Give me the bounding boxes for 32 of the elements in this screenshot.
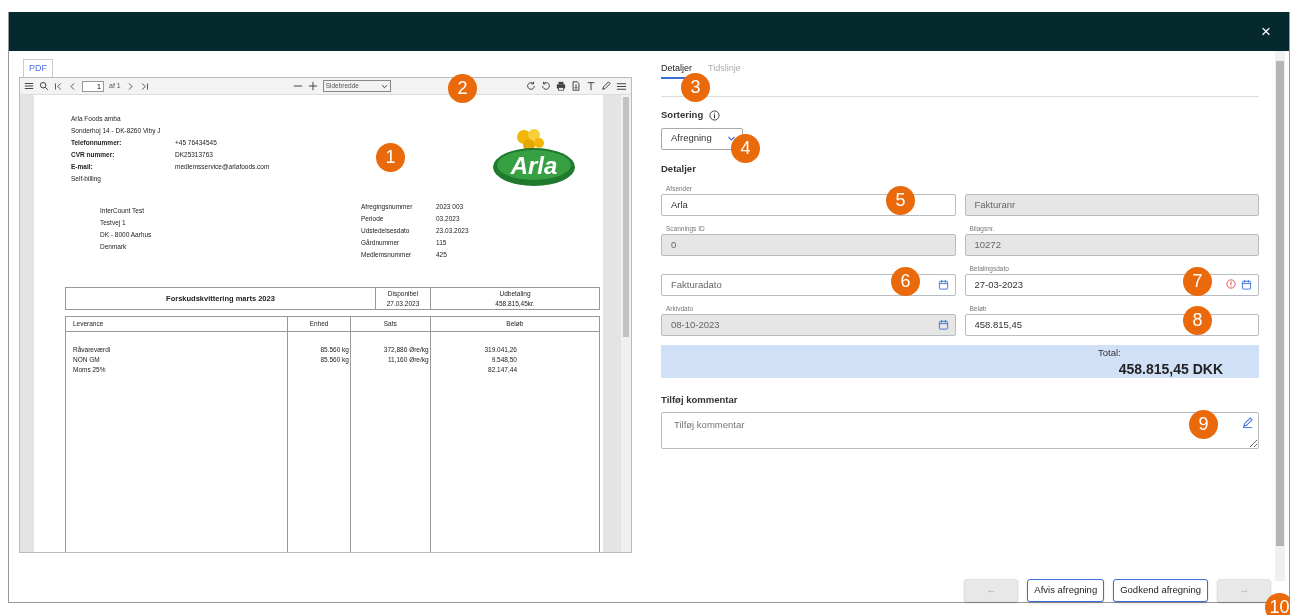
pencil-icon[interactable] <box>601 81 611 92</box>
first-page-icon[interactable] <box>54 81 63 91</box>
chevron-down-icon <box>727 134 736 143</box>
section-label: Tilføj kommentar <box>661 392 739 407</box>
close-button[interactable]: × <box>1257 22 1275 40</box>
sidebar-icon[interactable] <box>24 81 34 92</box>
scrollbar[interactable] <box>621 95 631 553</box>
print-icon[interactable] <box>556 81 566 92</box>
section-label: Sortering <box>661 108 704 123</box>
text-icon[interactable] <box>586 81 596 92</box>
total-amount: 458.815,45 DKK <box>1118 359 1223 379</box>
brand-logo: Arla <box>491 127 577 188</box>
info-icon[interactable] <box>709 109 721 121</box>
pdf-tab[interactable]: PDF <box>23 58 53 78</box>
warning-icon <box>1226 278 1236 289</box>
search-icon[interactable] <box>39 81 49 92</box>
rotate-clockwise-icon[interactable] <box>526 81 536 92</box>
scrollbar[interactable] <box>1275 50 1285 581</box>
calendar-icon[interactable] <box>937 318 949 330</box>
calendar-icon[interactable] <box>1241 278 1252 290</box>
calendar-icon[interactable] <box>937 278 949 290</box>
pencil-icon[interactable] <box>1242 417 1253 428</box>
zoom-in-icon[interactable] <box>307 81 318 92</box>
menu-icon[interactable] <box>616 80 627 92</box>
last-page-icon[interactable] <box>139 81 149 91</box>
caret-icon <box>380 82 388 90</box>
rotate-counterclockwise-icon[interactable] <box>541 81 551 92</box>
section-heading: Detaljer <box>661 161 697 176</box>
total-label: Total: <box>1098 345 1121 360</box>
download-icon[interactable] <box>571 81 581 92</box>
footer-button[interactable]: Godkend afregning <box>1113 579 1208 602</box>
footer-button[interactable]: Afvis afregning <box>1027 579 1105 602</box>
